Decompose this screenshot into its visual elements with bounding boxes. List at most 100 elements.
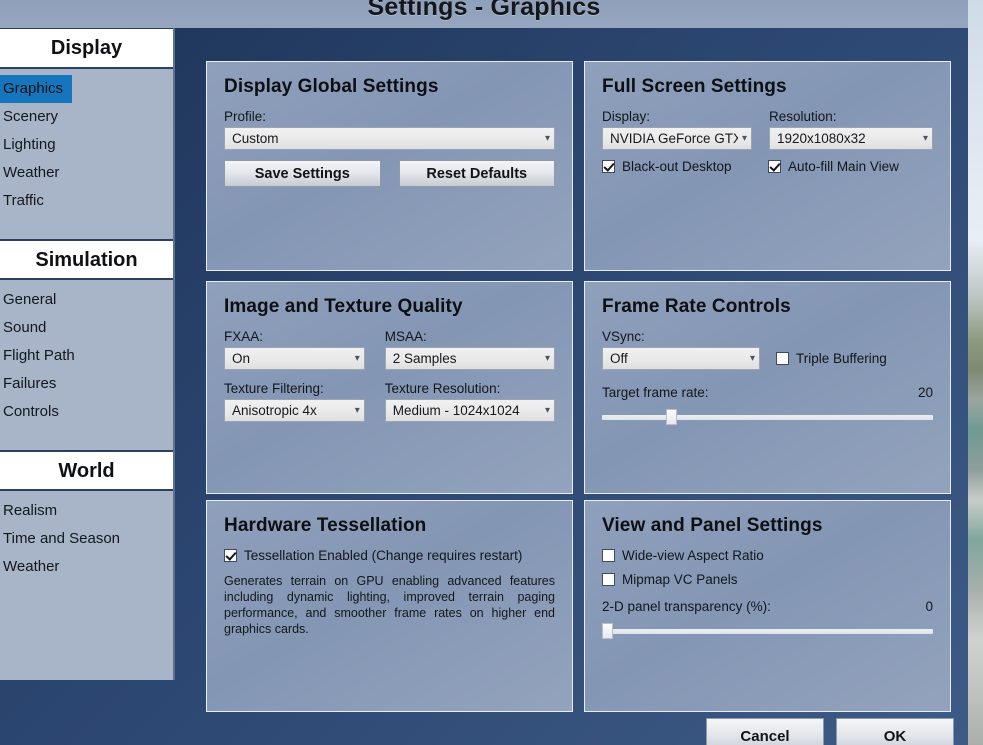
autofill-main-view-label: Auto-fill Main View [788, 159, 899, 174]
settings-content: Display Global Settings Profile: Custom … [206, 33, 958, 713]
ok-button[interactable]: OK [836, 718, 954, 745]
triple-buffering-checkbox[interactable]: Triple Buffering [776, 351, 887, 366]
texture-resolution-select[interactable]: Medium - 1024x1024 ▾ [384, 399, 555, 422]
msaa-select[interactable]: 2 Samples ▾ [384, 347, 555, 370]
sidebar-item-flight-path[interactable]: Flight Path [0, 342, 173, 370]
chevron-down-icon: ▾ [354, 405, 360, 416]
wide-view-aspect-ratio-label: Wide-view Aspect Ratio [622, 548, 764, 563]
slider-track [602, 415, 933, 420]
profile-label: Profile: [224, 109, 267, 124]
tessellation-description: Generates terrain on GPU enabling advanc… [224, 574, 555, 636]
panel-transparency-slider[interactable] [602, 623, 933, 639]
sidebar-item-time-and-season[interactable]: Time and Season [0, 525, 173, 553]
checkbox-icon [776, 352, 789, 365]
panel-title: Image and Texture Quality [224, 296, 463, 317]
panel-hardware-tessellation: Hardware Tessellation Tessellation Enabl… [206, 500, 573, 712]
chevron-down-icon: ▾ [354, 353, 360, 364]
reset-defaults-button[interactable]: Reset Defaults [398, 160, 555, 187]
mipmap-vc-panels-checkbox[interactable]: Mipmap VC Panels [602, 572, 933, 587]
sidebar-item-wrap: Graphics [0, 75, 173, 103]
panel-transparency-value: 0 [925, 599, 933, 614]
dialog-footer: Cancel OK [206, 718, 958, 745]
slider-thumb[interactable] [666, 409, 677, 425]
panel-display-global-settings: Display Global Settings Profile: Custom … [206, 61, 573, 271]
sidebar-item-weather[interactable]: Weather [0, 553, 173, 581]
blackout-desktop-checkbox[interactable]: Black-out Desktop [602, 159, 751, 174]
resolution-label: Resolution: [769, 109, 837, 124]
title-bar: Settings - Graphics [0, 0, 968, 28]
chevron-down-icon: ▾ [749, 353, 755, 364]
panel-image-texture-quality: Image and Texture Quality FXAA: On ▾ MSA… [206, 281, 573, 494]
panel-transparency-label: 2-D panel transparency (%): [602, 599, 771, 614]
texture-resolution-label: Texture Resolution: [384, 381, 501, 396]
panel-title: View and Panel Settings [602, 515, 823, 536]
vsync-label: VSync: [602, 329, 645, 344]
sidebar-group-world: Realism Time and Season Weather [0, 491, 173, 591]
profile-select[interactable]: Custom ▾ [224, 127, 555, 150]
sidebar-header-display: Display [0, 28, 173, 69]
sidebar-item-graphics[interactable]: Graphics [0, 75, 73, 103]
texture-filtering-label: Texture Filtering: [224, 381, 324, 396]
chevron-down-icon: ▾ [544, 405, 550, 416]
display-label: Display: [602, 109, 651, 124]
slider-track [602, 629, 933, 634]
checkbox-icon [602, 549, 615, 562]
chevron-down-icon: ▾ [544, 133, 550, 144]
slider-thumb[interactable] [602, 623, 613, 639]
display-value: NVIDIA GeForce GTX [610, 131, 738, 146]
display-select[interactable]: NVIDIA GeForce GTX ▾ [602, 127, 752, 150]
settings-sidebar: Display Graphics Scenery Lighting Weather Tra… [0, 28, 175, 680]
panel-view-and-panel-settings: View and Panel Settings Wide-view Aspect… [584, 500, 951, 712]
sidebar-item-lighting[interactable]: Lighting [0, 131, 173, 159]
texture-resolution-value: Medium - 1024x1024 [392, 403, 520, 418]
sidebar-item-controls[interactable]: Controls [0, 398, 173, 426]
chevron-down-icon: ▾ [544, 353, 550, 364]
target-frame-rate-value: 20 [917, 385, 933, 400]
checkbox-icon [602, 573, 615, 586]
resolution-value: 1920x1080x32 [777, 131, 866, 146]
chevron-down-icon: ▾ [922, 133, 928, 144]
msaa-value: 2 Samples [392, 351, 457, 366]
save-settings-button[interactable]: Save Settings [224, 160, 381, 187]
settings-dialog: Display Graphics Scenery Lighting Weather Tra… [0, 28, 968, 745]
sidebar-item-weather[interactable]: Weather [0, 159, 173, 187]
sidebar-item-sound[interactable]: Sound [0, 314, 173, 342]
target-frame-rate-label: Target frame rate: [602, 385, 709, 400]
panel-full-screen-settings: Full Screen Settings Display: NVIDIA GeF… [584, 61, 951, 271]
profile-value: Custom [232, 131, 279, 146]
texture-filtering-select[interactable]: Anisotropic 4x ▾ [224, 399, 365, 422]
vsync-value: Off [610, 351, 628, 366]
checkbox-icon [224, 549, 237, 562]
fxaa-value: On [232, 351, 251, 366]
wide-view-aspect-ratio-checkbox[interactable]: Wide-view Aspect Ratio [602, 548, 933, 563]
blackout-desktop-label: Black-out Desktop [622, 159, 732, 174]
sidebar-item-general[interactable]: General [0, 286, 173, 314]
sidebar-group-simulation: General Sound Flight Path Failures Controls [0, 280, 173, 450]
sidebar-header-world: World [0, 450, 173, 491]
sidebar-item-realism[interactable]: Realism [0, 497, 173, 525]
chevron-down-icon: ▾ [741, 133, 747, 144]
sidebar-header-simulation: Simulation [0, 239, 173, 280]
tessellation-enabled-checkbox[interactable]: Tessellation Enabled (Change requires re… [224, 548, 555, 563]
texture-filtering-value: Anisotropic 4x [232, 403, 317, 418]
triple-buffering-label: Triple Buffering [796, 351, 887, 366]
window-title: Settings - Graphics [367, 0, 601, 21]
vsync-select[interactable]: Off ▾ [602, 347, 760, 370]
sidebar-item-traffic[interactable]: Traffic [0, 187, 173, 215]
panel-frame-rate-controls: Frame Rate Controls VSync: Off ▾ Triple … [584, 281, 951, 494]
panel-title: Frame Rate Controls [602, 296, 791, 317]
autofill-main-view-checkbox[interactable]: Auto-fill Main View [768, 159, 933, 174]
cancel-button[interactable]: Cancel [706, 718, 824, 745]
fxaa-select[interactable]: On ▾ [224, 347, 365, 370]
target-frame-rate-slider[interactable] [602, 409, 933, 425]
sidebar-group-display: Graphics Scenery Lighting Weather Traffic [0, 69, 173, 239]
checkbox-icon [602, 160, 615, 173]
panel-title: Hardware Tessellation [224, 515, 427, 536]
fxaa-label: FXAA: [224, 329, 264, 344]
resolution-select[interactable]: 1920x1080x32 ▾ [769, 127, 933, 150]
panel-title: Full Screen Settings [602, 76, 787, 97]
sidebar-item-scenery[interactable]: Scenery [0, 103, 173, 131]
sidebar-item-failures[interactable]: Failures [0, 370, 173, 398]
